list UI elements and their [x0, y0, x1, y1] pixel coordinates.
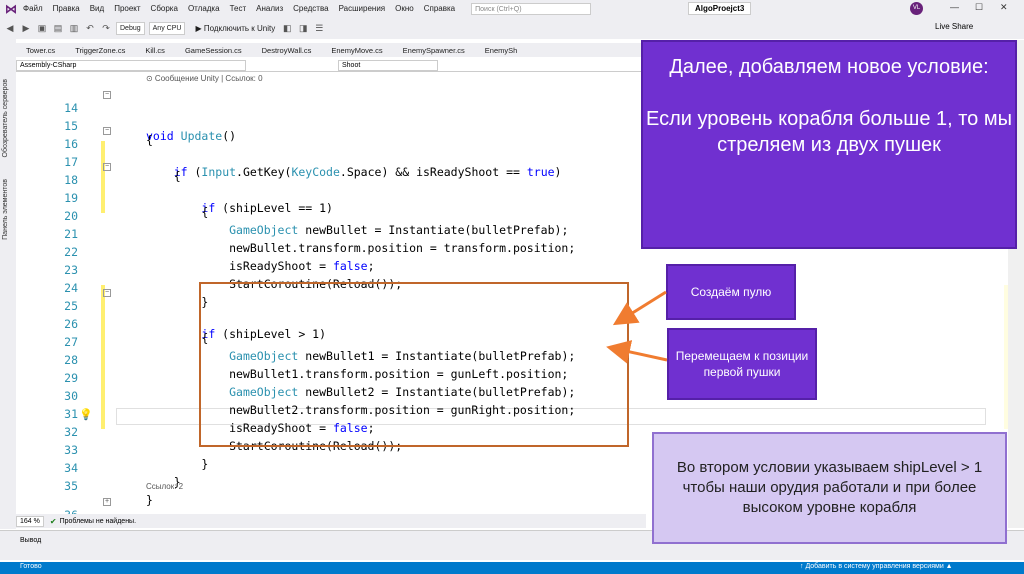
arrow-create-bullet	[612, 290, 667, 326]
arrow-move-bullet	[606, 340, 668, 364]
callout-arrows	[606, 290, 668, 364]
